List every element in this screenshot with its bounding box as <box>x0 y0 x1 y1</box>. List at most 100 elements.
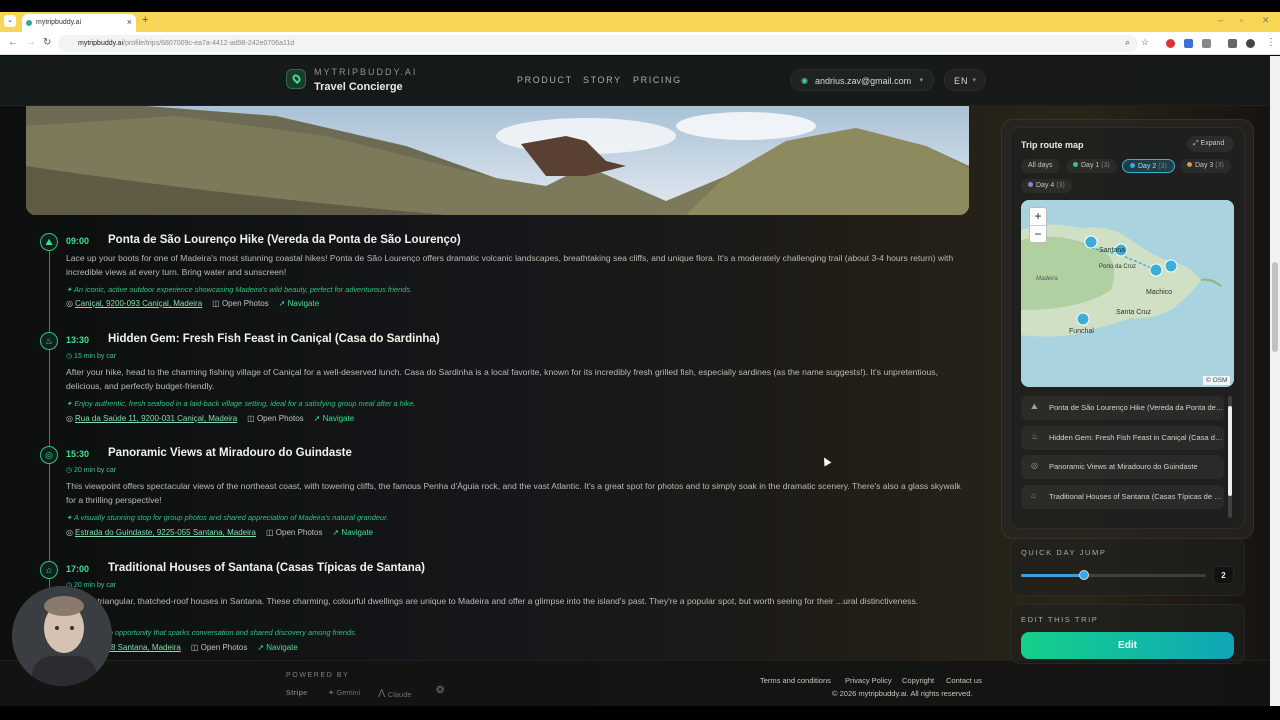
map-label-santana: Santana <box>1099 247 1125 254</box>
page-scrollbar[interactable] <box>1270 56 1280 706</box>
expand-icon: ⤢ <box>1193 140 1201 147</box>
day-chip-1[interactable]: Day 1 (3) <box>1066 159 1117 173</box>
activity-time: 17:00 <box>66 564 90 574</box>
open-photos-link[interactable]: Open Photos <box>222 299 269 308</box>
day-chip-2[interactable]: Day 2 (3) <box>1122 159 1175 173</box>
activity-title: Panoramic Views at Miradouro do Guindast… <box>108 447 352 459</box>
edit-button[interactable]: Edit <box>1021 632 1234 659</box>
user-icon: ◉ <box>801 76 808 85</box>
claude-logo: Λ Claude <box>378 688 412 700</box>
zoom-in-button[interactable]: + <box>1030 208 1046 226</box>
extension-red-icon[interactable] <box>1166 39 1175 48</box>
open-photos-link[interactable]: Open Photos <box>201 643 248 652</box>
footer-link-contact[interactable]: Contact us <box>946 676 982 685</box>
activity-description: This viewpoint offers spectacular views … <box>66 481 961 505</box>
powered-by-label: POWERED BY <box>286 672 350 679</box>
map-attribution[interactable]: © OSM <box>1203 376 1231 385</box>
reload-icon[interactable]: ↻ <box>43 37 51 48</box>
day-jump-slider[interactable] <box>1021 570 1206 580</box>
day-chip-3[interactable]: Day 3 (3) <box>1180 159 1231 173</box>
browser-tab[interactable]: mytripbuddy.ai × <box>22 14 136 32</box>
profile-avatar-icon[interactable] <box>1246 39 1255 48</box>
site-footer <box>0 660 1270 706</box>
extension-blue-icon[interactable] <box>1184 39 1193 48</box>
navigate-link[interactable]: Navigate <box>266 643 298 652</box>
back-icon[interactable]: ← <box>8 37 18 48</box>
url-path: /profile/trips/6807009c-ea7a-4412-ad98-2… <box>123 40 295 47</box>
browser-menu-icon[interactable]: ⋮ <box>1266 37 1276 48</box>
activity-hero-image <box>26 106 969 215</box>
account-menu-button[interactable]: ◉ andrius.zav@gmail.com ▾ <box>790 69 934 91</box>
place-list-item[interactable]: ◎ Panoramic Views at Miradouro do Guindas… <box>1021 455 1224 479</box>
fork-knife-icon: ♨ <box>1031 432 1039 441</box>
place-list-item[interactable]: ⛰ Ponta de São Lourenço Hike (Vereda da P… <box>1021 396 1224 420</box>
map-label-machico: Machico <box>1146 289 1172 296</box>
brand-tagline[interactable]: Travel Concierge <box>314 81 403 93</box>
language-select[interactable]: EN ▾ <box>944 69 986 91</box>
bookmark-star-icon[interactable]: ☆ <box>1141 37 1149 48</box>
account-email: andrius.zav@gmail.com <box>815 76 912 86</box>
navigate-icon: ➚ <box>313 414 323 423</box>
expand-map-button[interactable]: ⤢ Expand <box>1187 136 1234 152</box>
screen-bottom-edge <box>0 706 1280 720</box>
tab-search-icon[interactable]: ⌄ <box>4 15 16 27</box>
activity-tip: ✦ A visually stunning stop for group pho… <box>66 513 389 522</box>
chevron-down-icon: ▾ <box>972 77 977 84</box>
download-icon[interactable] <box>1228 39 1237 48</box>
maximize-icon[interactable]: ▫ <box>1240 15 1243 25</box>
footer-link-privacy[interactable]: Privacy Policy <box>845 676 892 685</box>
nav-story[interactable]: STORY <box>583 75 622 85</box>
footer-link-terms[interactable]: Terms and conditions <box>760 676 831 685</box>
route-map[interactable]: Santana Porto da Cruz Machico Madeira Sa… <box>1021 200 1234 387</box>
madeira-island-map: Santana Porto da Cruz Machico Madeira Sa… <box>1021 200 1234 387</box>
brand-name[interactable]: MYTRIPBUDDY.AI <box>314 67 417 77</box>
gemini-logo: ✦ Gemini <box>328 688 361 697</box>
navigate-icon: ➚ <box>257 643 267 652</box>
activity-description: Lace up your boots for one of Madeira's … <box>66 253 954 277</box>
extensions-puzzle-icon[interactable] <box>1202 39 1211 48</box>
url-field[interactable]: mytripbuddy.ai/profile/trips/6807009c-ea… <box>58 35 1138 52</box>
activity-title: Traditional Houses of Santana (Casas Típ… <box>108 562 425 574</box>
page-scrollbar-thumb[interactable] <box>1272 262 1278 352</box>
claude-a-icon: Λ <box>378 688 388 700</box>
map-label-santa-cruz: Santa Cruz <box>1116 309 1152 316</box>
address-link[interactable]: Rua da Saúde 11, 9200-031 Caniçal, Madei… <box>75 414 237 423</box>
address-link[interactable]: Estrada do Guindaste, 9225-055 Santana, … <box>75 528 256 537</box>
location-pin-icon: ◎ <box>66 299 73 308</box>
place-list-item[interactable]: ♨ Hidden Gem: Fresh Fish Feast in Caniçal… <box>1021 426 1224 450</box>
zoom-icon[interactable]: ⌕ <box>1125 37 1130 48</box>
close-window-icon[interactable]: ✕ <box>1262 15 1270 26</box>
navigate-link[interactable]: Navigate <box>288 299 320 308</box>
close-tab-icon[interactable]: × <box>127 17 132 27</box>
map-label-madeira: Madeira <box>1036 276 1058 282</box>
minimize-icon[interactable]: – <box>1218 15 1223 25</box>
activity-links: ◎ Rua da Saúde 11, 9200-031 Caniçal, Made… <box>66 414 354 423</box>
slider-handle[interactable] <box>1078 570 1089 580</box>
webcam-overlay <box>12 586 112 686</box>
day-chip-all[interactable]: All days <box>1021 159 1060 173</box>
navigate-link[interactable]: Navigate <box>323 414 355 423</box>
new-tab-icon[interactable]: + <box>142 14 148 26</box>
activity-tip: ✦ Enjoy authentic, fresh seafood in a la… <box>66 399 416 408</box>
mountain-icon: ⛰ <box>1031 402 1038 411</box>
footer-link-copyright[interactable]: Copyright <box>902 676 934 685</box>
open-photos-link[interactable]: Open Photos <box>257 414 304 423</box>
camera-icon: ◫ <box>247 414 257 423</box>
day-chip-4[interactable]: Day 4 (3) <box>1021 179 1072 193</box>
place-list-item[interactable]: ⌂ Traditional Houses of Santana (Casas Tí… <box>1021 485 1224 509</box>
screen-top-edge <box>0 0 1280 12</box>
forward-icon[interactable]: → <box>26 37 36 48</box>
address-link[interactable]: Caniçal, 9200-093 Caniçal, Madeira <box>75 299 202 308</box>
logo-pin-icon[interactable] <box>286 69 306 89</box>
open-photos-link[interactable]: Open Photos <box>276 528 323 537</box>
map-zoom-control: + − <box>1029 207 1047 243</box>
navigate-link[interactable]: Navigate <box>341 528 373 537</box>
fork-knife-icon: ♨ <box>40 332 58 350</box>
zoom-out-button[interactable]: − <box>1030 226 1046 244</box>
place-list-scrollbar[interactable] <box>1228 396 1232 518</box>
activity-time: 13:30 <box>66 335 90 345</box>
nav-pricing[interactable]: PRICING <box>633 75 682 85</box>
nav-product[interactable]: PRODUCT <box>517 75 573 85</box>
activity-time: 15:30 <box>66 449 90 459</box>
cliff-landscape-illustration <box>26 106 969 215</box>
